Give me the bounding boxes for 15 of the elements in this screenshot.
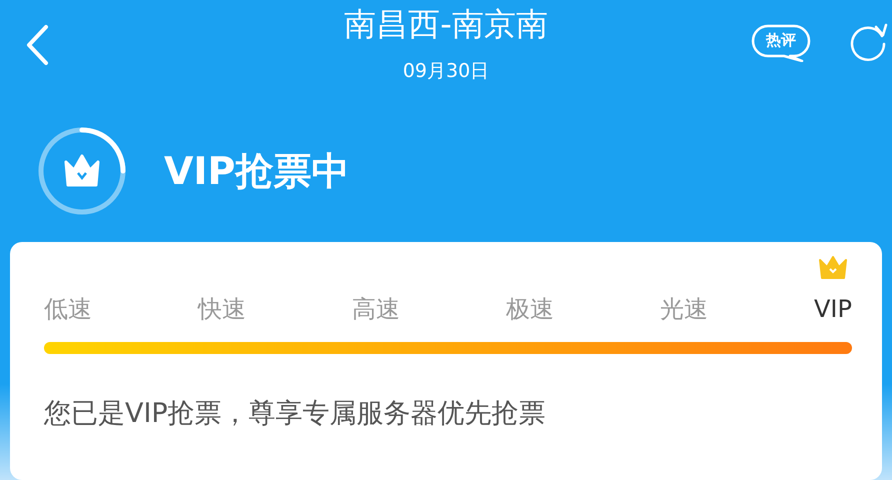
speed-level-label: 高速 (352, 294, 400, 324)
crown-icon (816, 254, 849, 280)
speed-level-label: 低速 (44, 294, 92, 324)
speed-level-label: 快速 (198, 294, 246, 324)
back-icon[interactable] (24, 24, 50, 66)
travel-date: 09月30日 (402, 59, 490, 84)
speed-level-label: 光速 (660, 294, 708, 324)
route-title: 南昌西-南京南 (344, 4, 548, 44)
crown-spinner-icon (36, 125, 128, 217)
speed-level-label: 极速 (506, 294, 554, 324)
refresh-icon[interactable] (848, 22, 888, 62)
hot-comments-button[interactable]: 热评 (750, 22, 812, 62)
vip-message: 您已是VIP抢票，尊享专属服务器优先抢票 (44, 397, 547, 431)
speed-level-label: VIP (814, 294, 852, 324)
status-text: VIP抢票中 (164, 148, 350, 194)
